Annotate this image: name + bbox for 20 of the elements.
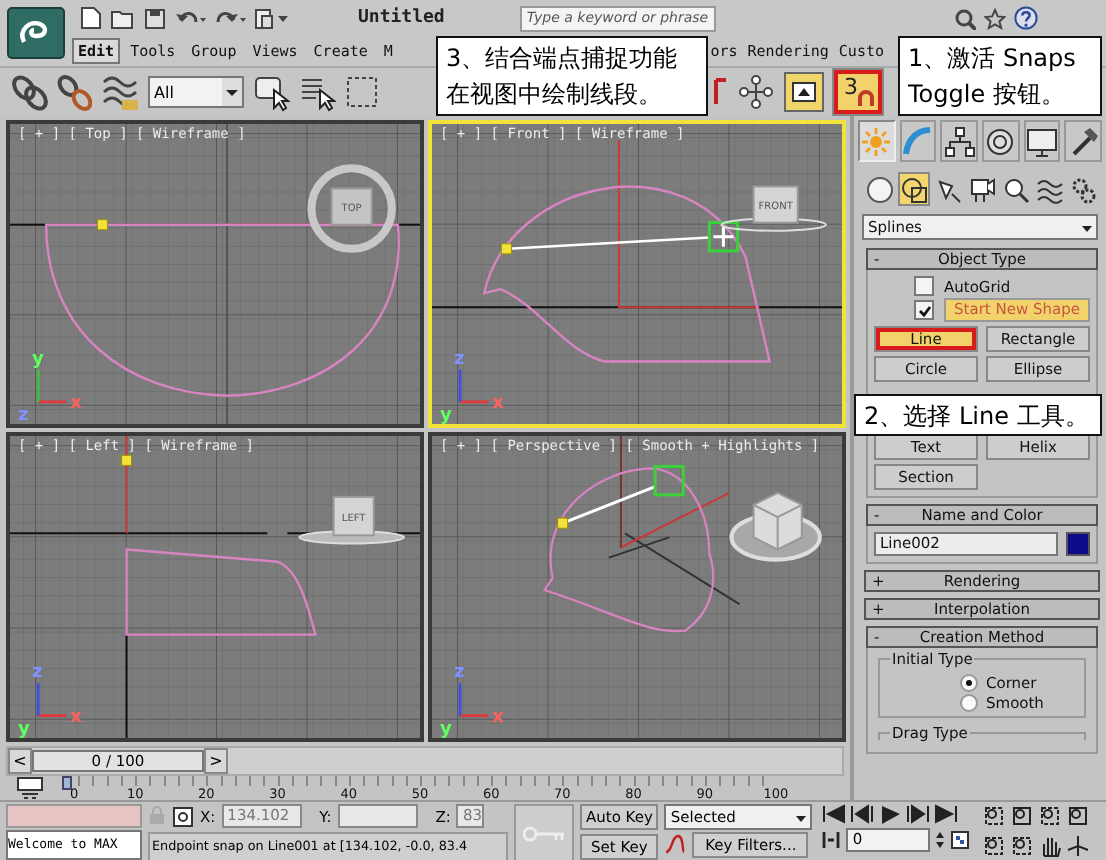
axis-label: x <box>70 393 82 414</box>
axis-label: z <box>32 663 43 684</box>
axis-label: y <box>440 719 452 738</box>
selection-filter-dropdown[interactable]: All <box>148 76 244 108</box>
window-title: Untitled <box>358 8 445 28</box>
annotation-callout: 3、结合端点捕捉功能在视图中绘制线段。 <box>436 36 708 116</box>
axis-label: y <box>32 349 44 370</box>
previous-frame-button[interactable]: < <box>8 748 32 774</box>
axis-label: z <box>454 663 465 684</box>
axis-label: x <box>492 393 504 414</box>
axis-label: y <box>440 405 452 424</box>
annotation-callout: 2、选择 Line 工具。 <box>854 394 1102 436</box>
next-frame-button[interactable]: > <box>204 748 228 774</box>
snaps-toggle-button[interactable]: 3 <box>832 68 884 116</box>
axis-label: x <box>70 707 82 728</box>
axis-label: y <box>18 719 30 738</box>
axis-label: z <box>18 405 29 424</box>
axis-label: x <box>492 707 504 728</box>
annotation-callout: 1、激活 Snaps Toggle 按钮。 <box>898 36 1102 116</box>
axis-label: z <box>454 349 465 370</box>
